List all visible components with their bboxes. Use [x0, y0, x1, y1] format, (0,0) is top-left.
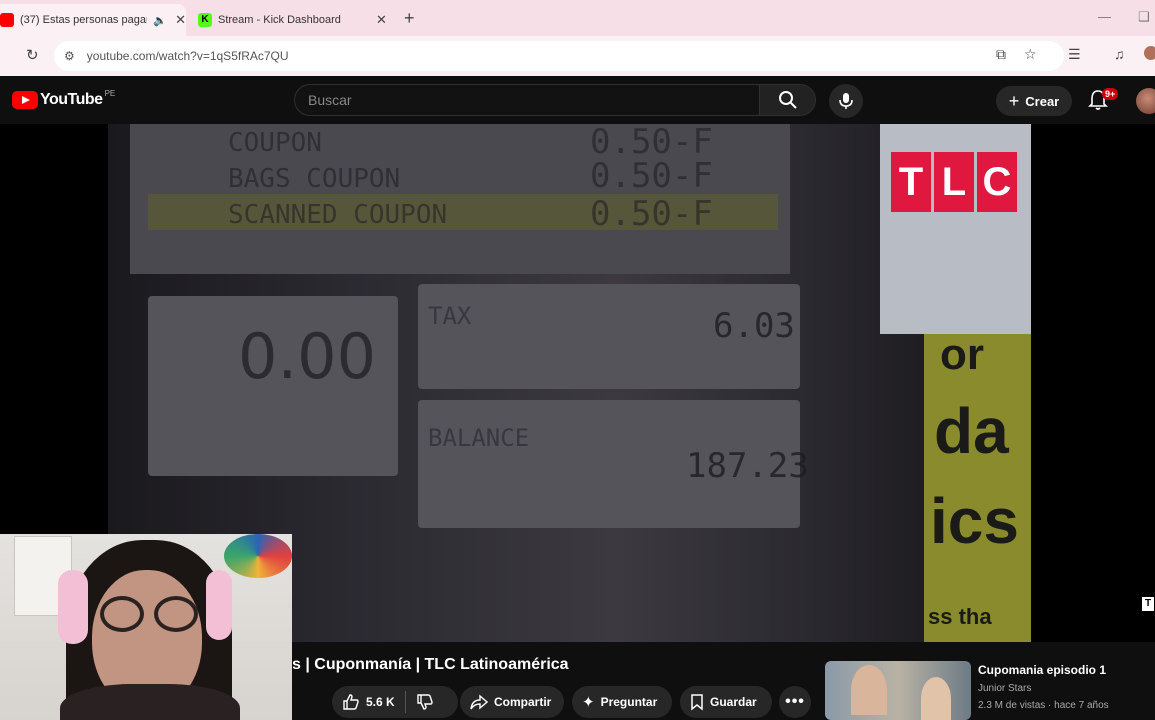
sign-text: ics: [930, 485, 1019, 557]
tab-youtube[interactable]: (37) Estas personas pagan s 🔈 ✕: [0, 4, 186, 36]
headphones-left: [58, 570, 88, 644]
receipt-line: COUPON: [228, 128, 322, 158]
save-button[interactable]: Guardar: [680, 686, 772, 718]
recommendation-channel[interactable]: Junior Stars: [978, 683, 1031, 694]
balance-label: BALANCE: [428, 424, 530, 452]
glasses-right: [154, 596, 198, 632]
sign-text: or: [940, 334, 984, 379]
balance-value: 187.23: [686, 446, 809, 486]
tlc-letter: C: [977, 152, 1017, 212]
profile-avatar[interactable]: [1144, 46, 1155, 60]
microphone-icon: [839, 93, 853, 109]
store-sign: or da ics ss tha: [924, 334, 1031, 642]
thumbs-up-icon[interactable]: [342, 693, 360, 711]
ask-button[interactable]: ✦ Preguntar: [572, 686, 672, 718]
sign-text: da: [934, 395, 1009, 467]
bookmark-icon: [691, 694, 703, 711]
country-code: PE: [104, 88, 116, 98]
more-horizontal-icon: •••: [785, 693, 805, 710]
tab-title: Stream - Kick Dashboard: [218, 14, 341, 26]
sparkle-icon: ✦: [582, 694, 595, 711]
save-label: Guardar: [710, 695, 757, 709]
headphones-right: [206, 570, 232, 640]
close-icon[interactable]: ✕: [175, 12, 186, 28]
tlc-watermark-logo: T L C: [891, 152, 1017, 212]
notification-badge: 9+: [1102, 88, 1119, 100]
speaker-icon[interactable]: 🔈: [153, 14, 167, 27]
voice-search-button[interactable]: [829, 84, 863, 118]
receipt-line: BAGS COUPON: [228, 164, 401, 194]
tax-value: 6.03: [713, 306, 795, 346]
person-shoulders: [60, 684, 240, 720]
plus-icon: +: [1008, 90, 1020, 111]
thumbnail-person: [921, 677, 951, 720]
youtube-play-icon: [12, 91, 38, 109]
reload-icon[interactable]: ↻: [26, 46, 39, 64]
recommendation-title[interactable]: Cupomania episodio 1: [978, 663, 1106, 677]
recommendation-meta: 2.3 M de vistas · hace 7 años: [978, 700, 1109, 711]
divider: [404, 691, 406, 713]
tlc-letter: T: [891, 152, 931, 212]
minimize-icon[interactable]: —: [1098, 9, 1111, 24]
like-count: 5.6 K: [366, 695, 395, 709]
search-icon: [778, 91, 797, 109]
media-controls-icon[interactable]: ♫: [1114, 46, 1125, 62]
new-tab-button[interactable]: +: [404, 8, 415, 29]
logo-text: YouTube: [40, 91, 103, 108]
url-text: youtube.com/watch?v=1qS5fRAc7QU: [86, 49, 289, 63]
like-dislike-segment[interactable]: 5.6 K: [332, 686, 458, 718]
screen: (37) Estas personas pagan s 🔈 ✕ K Stream…: [0, 0, 1155, 720]
thumbnail-person: [851, 665, 887, 715]
search-button[interactable]: [760, 84, 816, 116]
receipt-value: 0.50-F: [590, 156, 713, 196]
back-icon[interactable]: ›: [0, 47, 1, 63]
tlc-letter: L: [934, 152, 974, 212]
install-app-icon[interactable]: ⧉: [996, 46, 1006, 63]
video-title: s | Cuponmanía | TLC Latinoamérica: [292, 656, 569, 673]
share-button[interactable]: Compartir: [460, 686, 564, 718]
site-settings-icon[interactable]: ⚙: [64, 49, 75, 63]
share-label: Compartir: [494, 695, 552, 709]
youtube-favicon-icon: [0, 13, 14, 27]
sign-text: ss tha: [928, 604, 992, 629]
create-label: Crear: [1025, 93, 1060, 109]
youtube-logo[interactable]: YouTube PE: [12, 88, 116, 109]
youtube-header: YouTube PE Buscar + Crear: [0, 76, 1155, 124]
restore-icon[interactable]: ❑: [1138, 9, 1150, 25]
webcam-overlay: [0, 534, 292, 720]
browser-toolbar: › ↻ ⚙ youtube.com/watch?v=1qS5fRAc7QU: [0, 36, 1155, 76]
thumbs-down-icon[interactable]: [416, 693, 434, 711]
search-input[interactable]: Buscar: [294, 84, 760, 116]
amount-due-value: 0.00: [238, 320, 377, 393]
receipt-line: SCANNED COUPON: [228, 200, 448, 230]
tab-title: (37) Estas personas pagan s: [20, 14, 148, 26]
extensions-icon[interactable]: ☰: [1068, 46, 1081, 63]
glasses-left: [100, 596, 144, 632]
close-icon[interactable]: ✕: [376, 12, 387, 28]
recommendation-thumbnail[interactable]: [825, 661, 971, 720]
tab-kick-dashboard[interactable]: K Stream - Kick Dashboard ✕: [198, 4, 394, 36]
address-bar[interactable]: ⚙ youtube.com/watch?v=1qS5fRAc7QU: [54, 41, 1064, 71]
browser-tab-strip: (37) Estas personas pagan s 🔈 ✕ K Stream…: [0, 0, 1155, 36]
more-actions-button[interactable]: •••: [779, 686, 811, 718]
share-icon: [470, 694, 488, 710]
receipt-value: 0.50-F: [590, 194, 713, 234]
tax-label: TAX: [428, 302, 472, 330]
text-track-icon[interactable]: T: [1142, 597, 1154, 611]
background-decoration: [224, 534, 292, 578]
account-avatar[interactable]: [1136, 88, 1155, 114]
kick-favicon-icon: K: [198, 13, 212, 27]
bookmark-star-icon[interactable]: ☆: [1024, 46, 1037, 63]
create-button[interactable]: + Crear: [996, 86, 1072, 116]
ask-label: Preguntar: [600, 695, 658, 709]
